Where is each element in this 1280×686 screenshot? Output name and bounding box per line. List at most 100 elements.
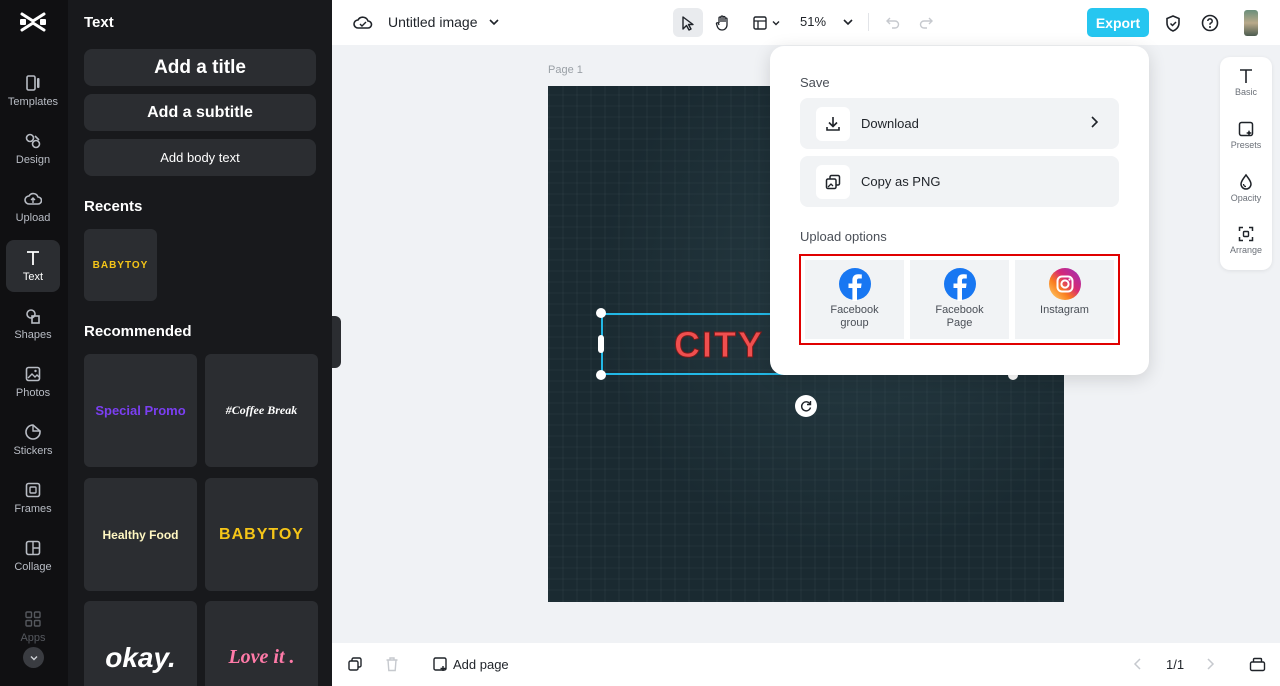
add-subtitle-button[interactable]: Add a subtitle [84, 94, 316, 131]
tool-label: Opacity [1230, 193, 1262, 203]
next-page-icon[interactable] [1205, 657, 1215, 671]
add-title-button[interactable]: Add a title [84, 49, 316, 86]
rail-item-frames[interactable]: Frames [6, 472, 60, 524]
preset-label: Love it . [228, 646, 295, 668]
text-icon [1240, 69, 1252, 83]
cloud-sync-icon[interactable] [352, 12, 374, 34]
redo-icon[interactable] [916, 12, 936, 32]
preset-label: okay. [105, 641, 176, 673]
upload-options-label: Upload options [800, 229, 887, 244]
export-button[interactable]: Export [1087, 8, 1149, 37]
rail-item-photos[interactable]: Photos [6, 356, 60, 408]
rail-item-text[interactable]: Text [6, 240, 60, 292]
title-dropdown-chevron-icon[interactable] [486, 14, 502, 30]
rotate-icon [800, 401, 812, 412]
rail-expand-button[interactable] [23, 647, 44, 668]
rail-item-upload[interactable]: Upload [6, 181, 60, 233]
rail-item-collage[interactable]: Collage [6, 530, 60, 582]
rail-item-shapes[interactable]: Shapes [6, 298, 60, 350]
layout-icon [752, 15, 767, 30]
preset-card[interactable]: BABYTOY [205, 478, 318, 591]
add-body-text-button[interactable]: Add body text [84, 139, 316, 176]
tool-label: Arrange [1229, 245, 1263, 255]
upload-tile-label: Facebook [830, 304, 879, 316]
rotate-handle[interactable] [795, 395, 817, 417]
preset-card[interactable]: Love it . [205, 601, 318, 686]
top-bar: Untitled image 51% Export [332, 0, 1280, 45]
download-label: Download [861, 116, 919, 131]
zoom-level[interactable]: 51% [800, 14, 826, 29]
document-title[interactable]: Untitled image [388, 14, 478, 30]
toolbar-divider [868, 13, 869, 31]
page-count: 1/1 [1166, 657, 1185, 672]
upload-facebook-group-button[interactable]: Facebook group [805, 260, 904, 339]
resize-handle[interactable] [596, 370, 606, 380]
arrange-icon [1238, 226, 1254, 242]
upload-instagram-button[interactable]: Instagram [1015, 260, 1114, 339]
panel-collapse-handle[interactable] [332, 316, 341, 368]
upload-facebook-page-button[interactable]: Facebook Page [910, 260, 1009, 339]
avatar[interactable] [1244, 10, 1258, 36]
text-icon [27, 251, 39, 265]
help-icon[interactable] [1199, 12, 1221, 34]
rail-label: Upload [15, 212, 51, 224]
sticker-icon [25, 424, 41, 440]
previous-page-icon[interactable] [1133, 657, 1143, 671]
upload-tile-label: Page [946, 317, 973, 329]
rail-item-apps[interactable]: Apps [6, 601, 60, 653]
upload-options-group: Facebook group Facebook Page Instagram [799, 254, 1120, 345]
properties-presets-button[interactable]: Presets [1220, 120, 1272, 150]
add-page-label: Add page [453, 656, 509, 672]
properties-opacity-button[interactable]: Opacity [1220, 173, 1272, 203]
resize-handle[interactable] [596, 308, 606, 318]
select-tool-button[interactable] [673, 8, 703, 37]
preset-label: #Coffee Break [225, 403, 298, 417]
instagram-icon [1048, 268, 1081, 300]
export-popover: Save Download Copy as PNG Upload options… [770, 46, 1149, 375]
zoom-dropdown-chevron-icon[interactable] [840, 14, 856, 30]
recent-text-preset[interactable]: BABYTOY [84, 229, 157, 301]
properties-toolbar: Basic Presets Opacity Arrange [1220, 57, 1272, 270]
save-section-label: Save [800, 75, 830, 90]
tool-label: Presets [1230, 140, 1262, 150]
duplicate-page-icon[interactable] [347, 656, 363, 672]
properties-basic-button[interactable]: Basic [1220, 67, 1272, 97]
rail-item-stickers[interactable]: Stickers [6, 414, 60, 466]
pointer-icon [682, 15, 694, 31]
facebook-icon [838, 268, 871, 301]
download-option[interactable]: Download [800, 98, 1119, 149]
rail-label: Stickers [13, 445, 53, 457]
rail-label: Design [15, 154, 51, 166]
shield-icon[interactable] [1162, 12, 1184, 34]
rail-label: Frames [14, 503, 52, 515]
rail-item-templates[interactable]: Templates [6, 65, 60, 117]
preset-card[interactable]: Healthy Food [84, 478, 197, 591]
delete-page-icon[interactable] [385, 656, 399, 672]
presets-icon [1238, 121, 1254, 137]
apps-grid-icon [25, 611, 41, 627]
pages-panel-icon[interactable] [1249, 656, 1266, 672]
hand-icon [715, 14, 728, 31]
preset-card[interactable]: okay. [84, 601, 197, 686]
preset-card[interactable]: #Coffee Break [205, 354, 318, 467]
copy-as-png-option[interactable]: Copy as PNG [800, 156, 1119, 207]
hand-tool-button[interactable] [710, 8, 736, 37]
recommended-title: Recommended [84, 323, 192, 340]
chevron-down-icon [30, 655, 37, 660]
layout-menu-button[interactable] [747, 8, 785, 37]
rail-item-design[interactable]: Design [6, 123, 60, 175]
add-page-button[interactable]: Add page [432, 656, 509, 672]
collage-icon [25, 540, 41, 556]
tool-label: Basic [1234, 87, 1257, 97]
properties-arrange-button[interactable]: Arrange [1220, 225, 1272, 255]
page-label: Page 1 [548, 64, 583, 76]
copy-as-png-label: Copy as PNG [861, 174, 941, 189]
facebook-icon [943, 268, 976, 301]
frame-icon [25, 482, 41, 498]
rail-label: Templates [7, 96, 59, 108]
capcut-logo-icon[interactable] [19, 10, 47, 34]
side-resize-handle[interactable] [598, 335, 604, 353]
preset-card[interactable]: Special Promo [84, 354, 197, 467]
preset-label: BABYTOY [219, 525, 304, 543]
undo-icon[interactable] [882, 12, 902, 32]
